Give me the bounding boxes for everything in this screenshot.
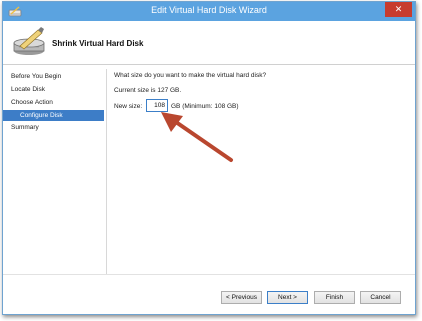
previous-button[interactable]: < Previous bbox=[221, 291, 262, 304]
step-summary[interactable]: Summary bbox=[11, 124, 39, 131]
step-before-you-begin[interactable]: Before You Begin bbox=[11, 73, 61, 80]
page-title: Shrink Virtual Hard Disk bbox=[52, 39, 144, 48]
step-locate-disk[interactable]: Locate Disk bbox=[11, 86, 45, 93]
footer-divider bbox=[3, 274, 415, 275]
close-button[interactable]: ✕ bbox=[385, 2, 412, 17]
sidebar-divider bbox=[106, 69, 107, 274]
step-choose-action[interactable]: Choose Action bbox=[11, 99, 53, 106]
new-size-label: New size: bbox=[114, 103, 143, 110]
wizard-header: Shrink Virtual Hard Disk bbox=[3, 21, 415, 65]
size-question: What size do you want to make the virtua… bbox=[114, 72, 267, 79]
cancel-button[interactable]: Cancel bbox=[360, 291, 401, 304]
next-button[interactable]: Next > bbox=[267, 291, 308, 304]
title-bar[interactable]: Edit Virtual Hard Disk Wizard ✕ bbox=[3, 2, 415, 21]
current-size-text: Current size is 127 GB. bbox=[114, 87, 182, 94]
size-unit-hint: GB (Minimum: 108 GB) bbox=[171, 103, 239, 110]
red-arrow-annotation bbox=[161, 112, 233, 162]
window-title: Edit Virtual Hard Disk Wizard bbox=[151, 5, 267, 15]
wizard-window: Edit Virtual Hard Disk Wizard ✕ Shrink V… bbox=[2, 1, 416, 315]
disk-wrench-icon bbox=[13, 27, 45, 55]
finish-button[interactable]: Finish bbox=[314, 291, 355, 304]
step-configure-disk[interactable]: Configure Disk bbox=[3, 110, 104, 121]
wizard-steps-sidebar: Before You Begin Locate Disk Choose Acti… bbox=[3, 66, 105, 274]
